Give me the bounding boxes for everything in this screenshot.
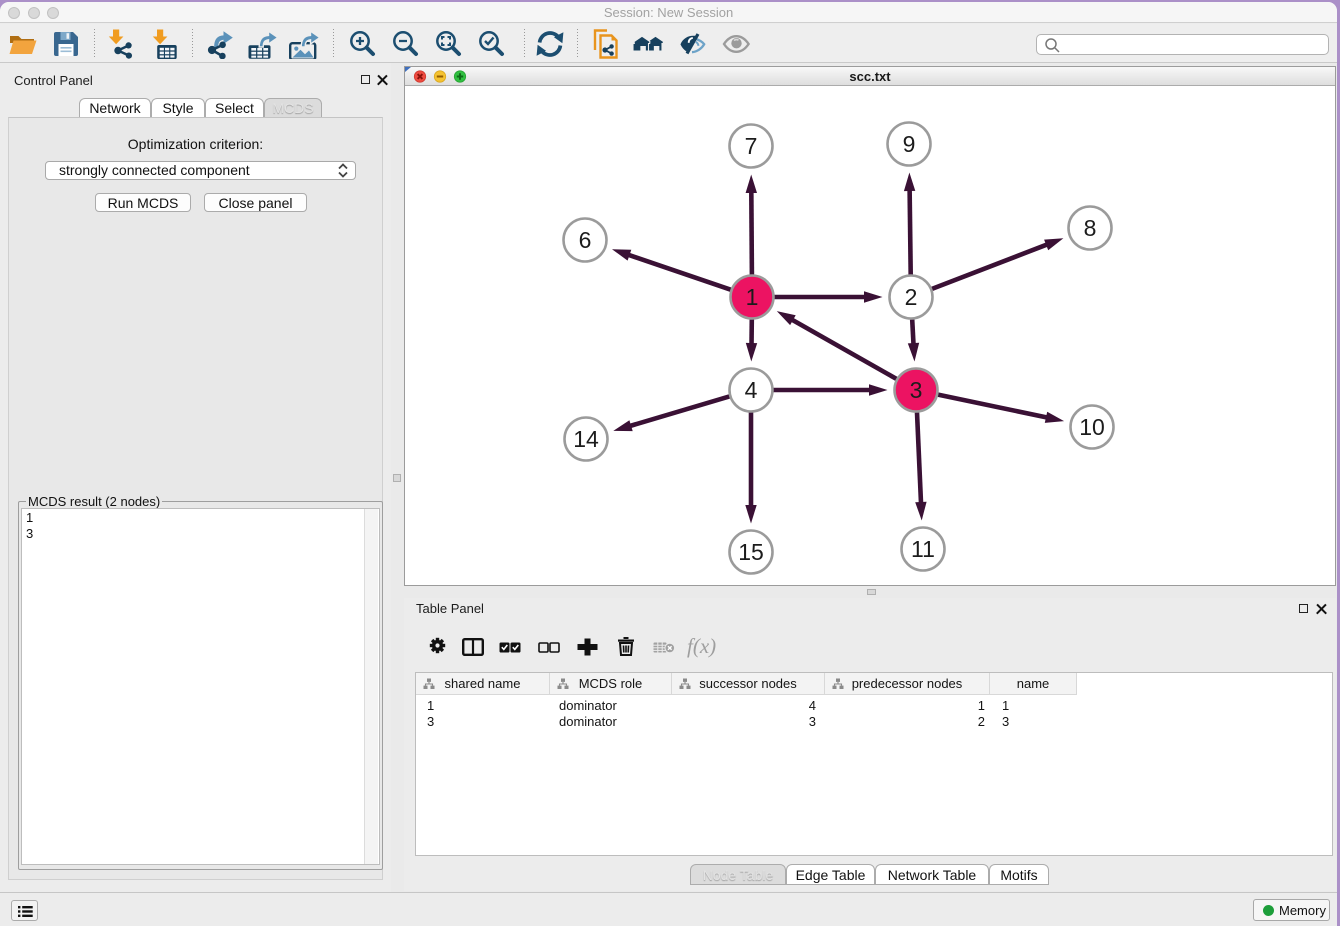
- svg-text:4: 4: [745, 377, 758, 403]
- svg-text:10: 10: [1079, 414, 1105, 440]
- svg-text:14: 14: [573, 426, 599, 452]
- svg-text:1: 1: [746, 284, 759, 310]
- svg-text:3: 3: [910, 377, 923, 403]
- svg-text:8: 8: [1084, 215, 1097, 241]
- svg-text:9: 9: [903, 131, 916, 157]
- svg-text:11: 11: [911, 536, 935, 562]
- svg-text:6: 6: [579, 227, 592, 253]
- svg-text:15: 15: [738, 539, 764, 565]
- svg-text:7: 7: [745, 133, 758, 159]
- svg-text:2: 2: [905, 284, 918, 310]
